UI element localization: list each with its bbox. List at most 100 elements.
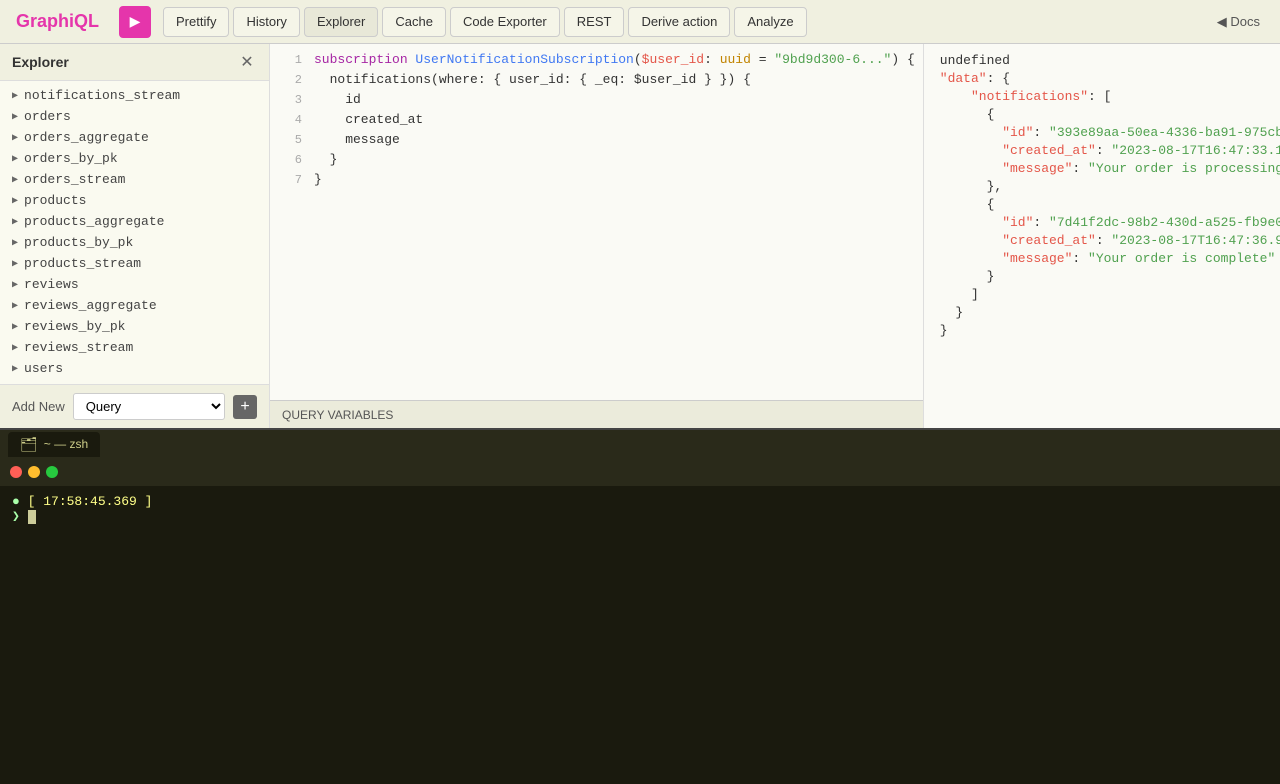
- toolbar: GraphiQL Prettify History Explorer Cache…: [0, 0, 1280, 44]
- code-line: 3 id: [270, 92, 923, 112]
- line-number: 1: [278, 52, 302, 67]
- line-content: subscription UserNotificationSubscriptio…: [314, 52, 915, 67]
- explorer-title: Explorer: [12, 54, 69, 70]
- code-line: 4 created_at: [270, 112, 923, 132]
- prettify-button[interactable]: Prettify: [163, 7, 229, 37]
- explorer-item[interactable]: ▶reviews: [0, 274, 269, 295]
- terminal-cursor: [28, 510, 36, 524]
- terminal-area[interactable]: ● [ 17:58:45.369 ] ❯: [0, 486, 1280, 784]
- explorer-arrow: ▶: [12, 153, 18, 165]
- code-line: 5 message: [270, 132, 923, 152]
- result-line: "message": "Your order is processing": [924, 160, 1280, 178]
- terminal-tab-icon: 🗂: [20, 436, 38, 453]
- code-line: 2 notifications(where: { user_id: { _eq:…: [270, 72, 923, 92]
- derive-action-button[interactable]: Derive action: [628, 7, 730, 37]
- line-content: notifications(where: { user_id: { _eq: $…: [314, 72, 915, 87]
- result-line: "notifications": [: [924, 88, 1280, 106]
- explorer-item[interactable]: ▶notifications_stream: [0, 85, 269, 106]
- explorer-arrow: ▶: [12, 279, 18, 291]
- explorer-item[interactable]: ▶reviews_by_pk: [0, 316, 269, 337]
- line-content: }: [314, 172, 915, 187]
- result-line: {: [924, 106, 1280, 124]
- line-number: 4: [278, 112, 302, 127]
- explorer-item[interactable]: ▶orders_aggregate: [0, 127, 269, 148]
- query-type-select[interactable]: QueryMutationSubscription: [73, 393, 225, 420]
- code-editor[interactable]: 1 subscription UserNotificationSubscripti…: [270, 44, 923, 400]
- explorer-sidebar: Explorer ✕ ▶notifications_stream▶orders▶…: [0, 44, 270, 428]
- analyze-button[interactable]: Analyze: [734, 7, 806, 37]
- add-new-button[interactable]: Add New: [12, 399, 65, 414]
- explorer-item[interactable]: ▶products: [0, 190, 269, 211]
- explorer-arrow: ▶: [12, 342, 18, 354]
- terminal-tab-bar: 🗂 ~ — zsh: [0, 430, 1280, 458]
- explorer-close-button[interactable]: ✕: [237, 52, 257, 72]
- explorer-item[interactable]: ▶reviews_stream: [0, 337, 269, 358]
- line-number: 6: [278, 152, 302, 167]
- window-controls: [0, 458, 1280, 486]
- line-number: 7: [278, 172, 302, 187]
- query-variables-bar[interactable]: QUERY VARIABLES: [270, 400, 923, 428]
- add-query-button[interactable]: +: [233, 395, 257, 419]
- result-line: {: [924, 196, 1280, 214]
- result-line: ]: [924, 286, 1280, 304]
- result-line: }: [924, 268, 1280, 286]
- explorer-arrow: ▶: [12, 300, 18, 312]
- result-line: },: [924, 178, 1280, 196]
- result-line: }: [924, 304, 1280, 322]
- terminal-status-dot: ●: [12, 494, 28, 509]
- line-content: }: [314, 152, 915, 167]
- result-line: }: [924, 322, 1280, 340]
- cache-button[interactable]: Cache: [382, 7, 446, 37]
- code-line: 1 subscription UserNotificationSubscripti…: [270, 52, 923, 72]
- explorer-arrow: ▶: [12, 195, 18, 207]
- terminal-input-line: ❯: [12, 509, 1268, 524]
- result-line: undefined: [924, 52, 1280, 70]
- window-close-button[interactable]: [10, 466, 22, 478]
- result-line: "created_at": "2023-08-17T16:47:36.94241…: [924, 232, 1280, 250]
- explorer-arrow: ▶: [12, 321, 18, 333]
- result-line: "message": "Your order is complete": [924, 250, 1280, 268]
- code-line: 6 }: [270, 152, 923, 172]
- explorer-item[interactable]: ▶orders_stream: [0, 169, 269, 190]
- explorer-arrow: ▶: [12, 258, 18, 270]
- explorer-item[interactable]: ▶products_by_pk: [0, 232, 269, 253]
- result-line: "created_at": "2023-08-17T16:47:33.12830…: [924, 142, 1280, 160]
- window-minimize-button[interactable]: [28, 466, 40, 478]
- result-line: "data": {: [924, 70, 1280, 88]
- explorer-arrow: ▶: [12, 237, 18, 249]
- explorer-button[interactable]: Explorer: [304, 7, 378, 37]
- result-line: "id": "7d41f2dc-98b2-430d-a525-fb9e01590…: [924, 214, 1280, 232]
- explorer-item[interactable]: ▶orders_by_pk: [0, 148, 269, 169]
- explorer-header: Explorer ✕: [0, 44, 269, 81]
- explorer-arrow: ▶: [12, 174, 18, 186]
- results-area: undefined"data": { "notifications": [ { …: [924, 44, 1280, 428]
- terminal-prompt-symbol: ❯: [12, 509, 28, 524]
- explorer-item[interactable]: ▶users: [0, 358, 269, 379]
- code-exporter-button[interactable]: Code Exporter: [450, 7, 560, 37]
- line-content: id: [314, 92, 915, 107]
- explorer-item[interactable]: ▶products_stream: [0, 253, 269, 274]
- explorer-item[interactable]: ▶products_aggregate: [0, 211, 269, 232]
- explorer-item[interactable]: ▶orders: [0, 106, 269, 127]
- terminal-tab-label: ~ — zsh: [44, 437, 88, 451]
- code-line: 7}: [270, 172, 923, 192]
- explorer-arrow: ▶: [12, 216, 18, 228]
- terminal-tab[interactable]: 🗂 ~ — zsh: [8, 432, 100, 457]
- explorer-item[interactable]: ▶reviews_aggregate: [0, 295, 269, 316]
- terminal-prompt-line: ● [ 17:58:45.369 ]: [12, 494, 1268, 509]
- window-maximize-button[interactable]: [46, 466, 58, 478]
- docs-button[interactable]: ◀ Docs: [1205, 9, 1272, 35]
- run-button[interactable]: [119, 6, 151, 38]
- result-line: "id": "393e89aa-50ea-4336-ba91-975cbe15c…: [924, 124, 1280, 142]
- editor-area: 1 subscription UserNotificationSubscripti…: [270, 44, 924, 428]
- explorer-footer: Add New QueryMutationSubscription +: [0, 384, 269, 428]
- line-content: message: [314, 132, 915, 147]
- line-number: 3: [278, 92, 302, 107]
- explorer-items-list: ▶notifications_stream▶orders▶orders_aggr…: [0, 81, 269, 384]
- rest-button[interactable]: REST: [564, 7, 625, 37]
- graphiql-logo: GraphiQL: [8, 7, 107, 36]
- history-button[interactable]: History: [233, 7, 299, 37]
- explorer-arrow: ▶: [12, 90, 18, 102]
- line-content: created_at: [314, 112, 915, 127]
- explorer-arrow: ▶: [12, 363, 18, 375]
